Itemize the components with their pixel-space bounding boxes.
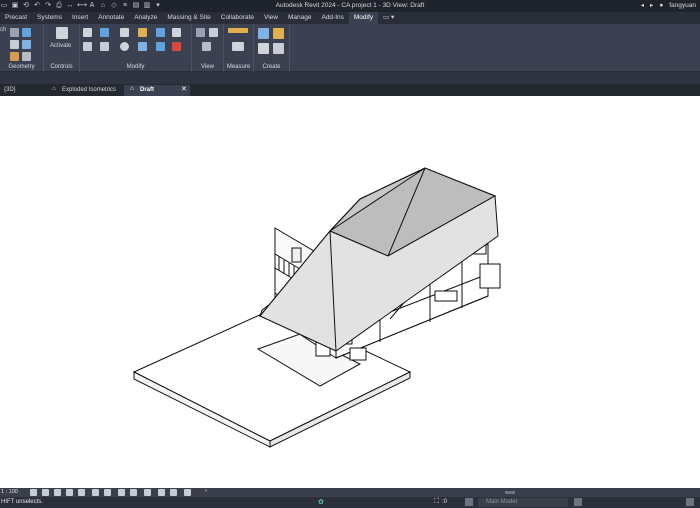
- title-bar: ▭ ▣ ⟲ ↶ ↷ ⎙ ↔ ⟷ A ⌂ ◇ ≡ ▤ ▥ ▾ Autodesk R…: [0, 0, 700, 12]
- isometric-building-model[interactable]: [0, 96, 700, 488]
- title-bar-right: ◂ ▸ ● fangyuan: [641, 1, 696, 10]
- ribbon-options-icon[interactable]: ▭ ▾: [378, 12, 399, 24]
- revit-window: ▭ ▣ ⟲ ↶ ↷ ⎙ ↔ ⟷ A ⌂ ◇ ≡ ▤ ▥ ▾ Autodesk R…: [0, 0, 700, 508]
- delete-icon[interactable]: [172, 42, 181, 51]
- create-similar-icon[interactable]: [273, 43, 284, 54]
- panel-label-view: View: [201, 64, 214, 70]
- ribbon-options-strip: [0, 72, 700, 84]
- filter-icon[interactable]: [686, 498, 694, 506]
- hide-icon[interactable]: [196, 28, 205, 37]
- override-icon[interactable]: [209, 28, 218, 37]
- trim-icon[interactable]: [172, 28, 181, 37]
- cut-icon[interactable]: [10, 28, 19, 37]
- scale-icon[interactable]: [156, 42, 165, 51]
- user-name[interactable]: fangyuan: [669, 2, 696, 9]
- panel-controls: Activate Controls: [44, 24, 80, 72]
- move-icon[interactable]: [83, 42, 92, 51]
- doc-tab-3d[interactable]: {3D}: [0, 85, 20, 96]
- panel-measure: Measure: [224, 24, 254, 72]
- 3d-view-tab-icon: ⌂: [52, 86, 56, 92]
- paint-icon[interactable]: [10, 52, 19, 61]
- ribbon-body: ch Geometry Activate Controls Modify Vie…: [0, 24, 700, 72]
- forward-arrow-icon[interactable]: ▸: [650, 1, 653, 9]
- align-icon[interactable]: [83, 28, 92, 37]
- back-arrow-icon[interactable]: ◂: [641, 1, 644, 9]
- rotate-icon[interactable]: [120, 42, 129, 51]
- reveal-constraints-icon[interactable]: [184, 489, 191, 496]
- analytical-model-icon[interactable]: [158, 489, 165, 496]
- editable-only-icon[interactable]: ⛶: [434, 498, 439, 506]
- split-icon[interactable]: [156, 28, 165, 37]
- shadows-icon[interactable]: [66, 489, 73, 496]
- document-tab-bar: {3D} ⌂ Exploded Isometrics Draft ⌂ ✕: [0, 84, 700, 96]
- tab-view[interactable]: View: [259, 12, 283, 24]
- tab-analyze[interactable]: Analyze: [129, 12, 162, 24]
- visual-style-icon[interactable]: [42, 489, 49, 496]
- sun-path-icon[interactable]: [54, 489, 61, 496]
- tab-annotate[interactable]: Annotate: [93, 12, 129, 24]
- show-crop-icon[interactable]: [104, 489, 111, 496]
- close-tab-icon[interactable]: ✕: [181, 85, 187, 93]
- tab-collaborate[interactable]: Collaborate: [216, 12, 259, 24]
- app-title: Autodesk Revit 2024 - CA project 1 - 3D …: [275, 2, 425, 9]
- activate-icon[interactable]: [56, 27, 68, 39]
- workset-icon[interactable]: ✿: [318, 498, 324, 506]
- create-group-icon[interactable]: [258, 43, 269, 54]
- tab-add-ins[interactable]: Add-Ins: [316, 12, 348, 24]
- panel-label-modify: Modify: [126, 64, 145, 70]
- crop-view-icon[interactable]: [92, 489, 99, 496]
- filter-count: :0: [442, 499, 448, 505]
- partial-tool-label[interactable]: ch: [0, 27, 6, 33]
- exclude-options-icon[interactable]: [574, 498, 582, 506]
- view-scale[interactable]: 1 : 100: [1, 489, 18, 495]
- offset-icon[interactable]: [100, 28, 109, 37]
- highlight-displacement-icon[interactable]: [170, 489, 177, 496]
- copy-icon[interactable]: [100, 42, 109, 51]
- reveal-hidden-icon[interactable]: [144, 489, 151, 496]
- panel-label-create: Create: [262, 64, 281, 70]
- horizontal-scrollbar[interactable]: [505, 491, 515, 494]
- 3d-view-tab-icon: ⌂: [130, 86, 134, 92]
- status-bar: HIFT unselects. ✿ ⛶ :0 Main Model: [0, 497, 700, 508]
- linework-icon[interactable]: [202, 42, 211, 51]
- tab-precast[interactable]: Precast: [0, 12, 32, 24]
- user-icon[interactable]: ●: [659, 2, 663, 9]
- mirror-axis-icon[interactable]: [120, 28, 129, 37]
- aligned-dimension-icon[interactable]: [232, 42, 244, 51]
- panel-label-controls: Controls: [50, 64, 73, 70]
- join-icon[interactable]: [22, 28, 31, 37]
- measure-tool-icon[interactable]: [228, 28, 248, 33]
- wall-joins-icon[interactable]: [10, 40, 19, 49]
- tab-manage[interactable]: Manage: [283, 12, 317, 24]
- mirror-draw-icon[interactable]: [138, 28, 147, 37]
- panel-label-geometry: Geometry: [8, 64, 35, 70]
- lock-view-icon[interactable]: [118, 489, 125, 496]
- ribbon-tab-bar: Precast Systems Insert Annotate Analyze …: [0, 12, 700, 24]
- activate-button[interactable]: Activate: [50, 43, 71, 49]
- design-options-icon[interactable]: [465, 498, 473, 506]
- create-assembly-icon[interactable]: [258, 28, 269, 39]
- tab-systems[interactable]: Systems: [32, 12, 67, 24]
- tab-massing-site[interactable]: Massing & Site: [162, 12, 215, 24]
- panel-create: Create: [254, 24, 290, 72]
- status-hint: HIFT unselects.: [1, 499, 43, 505]
- temporary-hide-icon[interactable]: [130, 489, 137, 496]
- panel-modify: Modify: [80, 24, 192, 72]
- active-workset-label: Main Model: [486, 499, 518, 505]
- array-icon[interactable]: [138, 42, 147, 51]
- tab-insert[interactable]: Insert: [67, 12, 93, 24]
- create-parts-icon[interactable]: [273, 28, 284, 39]
- render-icon[interactable]: [78, 489, 85, 496]
- view-canvas[interactable]: [0, 96, 700, 488]
- panel-geometry: ch Geometry: [0, 24, 44, 72]
- panel-label-measure: Measure: [226, 64, 251, 70]
- detail-level-icon[interactable]: [30, 489, 37, 496]
- view-control-bar: 1 : 100 ‹: [0, 488, 700, 497]
- split-face-icon[interactable]: [22, 40, 31, 49]
- view-bar-collapse-icon[interactable]: ‹: [205, 488, 207, 494]
- demolish-icon[interactable]: [22, 52, 31, 61]
- panel-view: View: [192, 24, 224, 72]
- tab-modify[interactable]: Modify: [348, 12, 379, 24]
- doc-tab-exploded-isometrics[interactable]: Exploded Isometrics: [58, 85, 120, 96]
